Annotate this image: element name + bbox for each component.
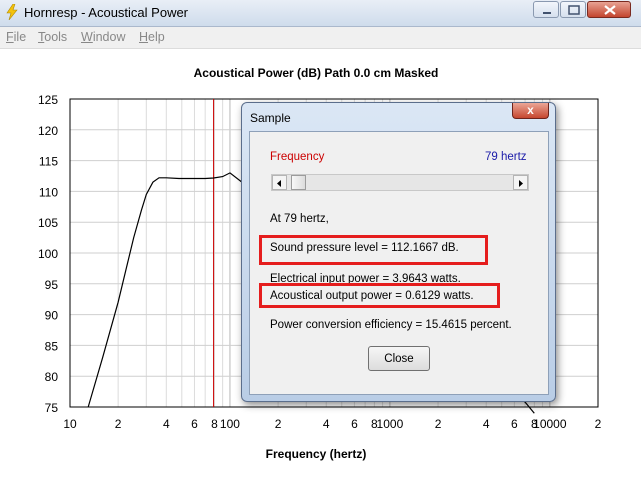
x-tick-label: 4	[483, 417, 490, 431]
menu-bar: File Tools Window Help	[0, 27, 641, 49]
x-tick-label: 10	[63, 417, 77, 431]
dialog-close-button[interactable]: x	[512, 103, 549, 119]
x-tick-label: 2	[115, 417, 122, 431]
menu-tools[interactable]: Tools	[38, 30, 67, 44]
x-tick-label: 2	[595, 417, 602, 431]
x-tick-label: 2	[435, 417, 442, 431]
window-title: Hornresp - Acoustical Power	[24, 5, 189, 20]
x-tick-label: 6	[351, 417, 358, 431]
y-tick-label: 115	[39, 155, 58, 169]
chevron-left-icon	[277, 180, 281, 187]
frequency-slider[interactable]	[271, 174, 529, 191]
app-logo-icon	[6, 4, 18, 20]
minimize-button[interactable]	[533, 1, 559, 18]
chevron-right-icon	[519, 180, 523, 187]
title-bar: Hornresp - Acoustical Power	[0, 0, 641, 27]
close-button[interactable]: Close	[368, 346, 430, 371]
y-tick-label: 120	[38, 124, 58, 138]
frequency-label: Frequency	[270, 151, 325, 163]
menu-window[interactable]: Window	[81, 30, 125, 44]
slider-right-arrow[interactable]	[513, 175, 528, 190]
y-tick-label: 100	[38, 247, 58, 261]
efficiency-text: Power conversion efficiency = 15.4615 pe…	[270, 319, 512, 331]
minimize-icon	[543, 12, 551, 14]
x-tick-label: 6	[511, 417, 518, 431]
y-tick-label: 110	[39, 185, 58, 199]
dialog-title: Sample	[250, 111, 291, 125]
y-tick-label: 95	[45, 278, 59, 292]
close-window-button[interactable]	[587, 1, 631, 18]
y-tick-label: 105	[38, 216, 58, 230]
x-tick-label: 4	[163, 417, 170, 431]
y-tick-label: 85	[45, 339, 59, 353]
highlight-box-acoustical	[259, 283, 500, 308]
menu-file[interactable]: File	[6, 30, 26, 44]
x-tick-label: 4	[323, 417, 330, 431]
x-tick-label: 2	[275, 417, 282, 431]
frequency-value: 79 hertz	[485, 151, 527, 163]
maximize-icon	[568, 5, 580, 15]
x-axis-label: Frequency (hertz)	[266, 447, 367, 461]
x-tick-label: 8	[211, 417, 218, 431]
y-tick-label: 75	[45, 401, 59, 415]
x-tick-label: 10000	[533, 417, 567, 431]
x-tick-label: 100	[220, 417, 240, 431]
slider-thumb[interactable]	[291, 175, 306, 190]
x-tick-label: 6	[191, 417, 198, 431]
close-icon: x	[527, 103, 534, 117]
y-tick-label: 125	[38, 93, 58, 107]
x-tick-label: 1000	[377, 417, 404, 431]
at-frequency-text: At 79 hertz,	[270, 213, 329, 225]
highlight-box-spl	[259, 235, 488, 265]
chart-title: Acoustical Power (dB) Path 0.0 cm Masked	[194, 66, 439, 80]
y-tick-label: 90	[45, 309, 59, 323]
close-icon	[604, 5, 616, 15]
maximize-button[interactable]	[560, 1, 586, 18]
menu-help[interactable]: Help	[139, 30, 165, 44]
slider-left-arrow[interactable]	[272, 175, 287, 190]
y-tick-label: 80	[45, 370, 59, 384]
